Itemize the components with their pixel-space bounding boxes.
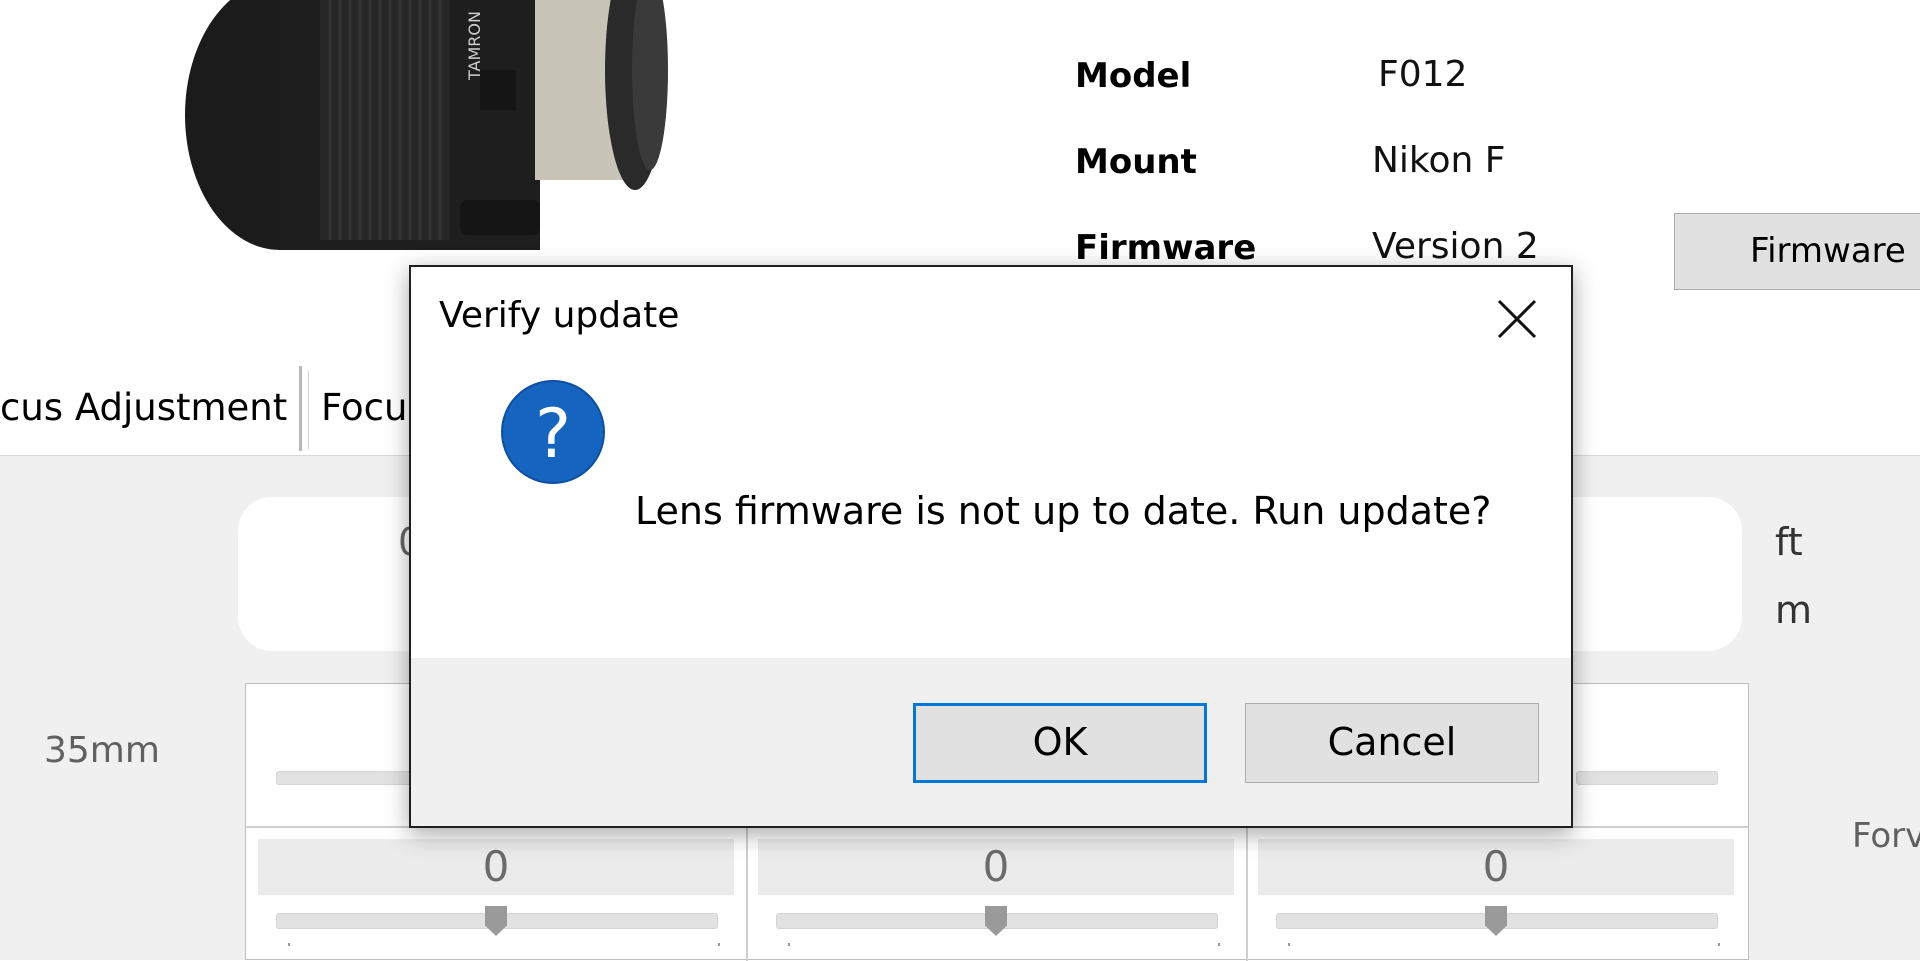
tab-focus-adjustment[interactable]: cus Adjustment xyxy=(0,366,302,451)
model-label: Model xyxy=(1075,56,1192,96)
firmware-value: Version 2 xyxy=(1372,226,1539,267)
slider-tick xyxy=(1718,943,1720,946)
slider-tick xyxy=(788,943,790,946)
slider-thumb[interactable] xyxy=(985,906,1007,936)
close-icon[interactable] xyxy=(1489,291,1545,347)
tab-focus-limiter[interactable]: Focu xyxy=(308,371,420,449)
mount-value: Nikon F xyxy=(1372,140,1506,181)
dialog-message: Lens firmware is not up to date. Run upd… xyxy=(635,489,1492,533)
adjustment-value: 0 xyxy=(258,839,734,895)
ok-button[interactable]: OK xyxy=(913,703,1207,783)
cancel-button[interactable]: Cancel xyxy=(1245,703,1539,783)
adjustment-cell: 0 xyxy=(758,839,1238,961)
mount-label: Mount xyxy=(1075,142,1197,182)
adjustment-value: 0 xyxy=(1258,839,1734,895)
dialog-button-bar: OK Cancel xyxy=(411,658,1571,826)
unit-ft-option[interactable]: ft xyxy=(1775,520,1803,564)
slider-track[interactable] xyxy=(1576,771,1718,785)
grid-divider xyxy=(1246,826,1248,961)
adjustment-value: 0 xyxy=(758,839,1234,895)
adjustment-cell: 0 xyxy=(1258,839,1738,961)
verify-update-dialog: Verify update ? Lens firmware is not up … xyxy=(409,265,1573,828)
slider-thumb[interactable] xyxy=(485,906,507,936)
slider-tick xyxy=(1288,943,1290,946)
slider-tick xyxy=(718,943,720,946)
grid-divider xyxy=(746,826,748,961)
firmware-label: Firmware xyxy=(1075,228,1257,268)
lens-brand-text: TAMRON xyxy=(465,11,484,81)
svg-text:?: ? xyxy=(535,395,571,474)
model-value: F012 xyxy=(1378,54,1468,95)
adjustment-cell: 0 xyxy=(258,839,738,961)
slider-tick xyxy=(1218,943,1220,946)
forward-label: Forv xyxy=(1852,816,1920,856)
focal-length-label: 35mm xyxy=(44,730,160,771)
slider-tick xyxy=(288,943,290,946)
dialog-title: Verify update xyxy=(439,295,680,336)
firmware-update-button[interactable]: Firmware xyxy=(1674,213,1920,290)
lens-product-image: TAMRON xyxy=(185,0,668,250)
slider-thumb[interactable] xyxy=(1485,906,1507,936)
unit-m-option[interactable]: m xyxy=(1775,588,1812,632)
